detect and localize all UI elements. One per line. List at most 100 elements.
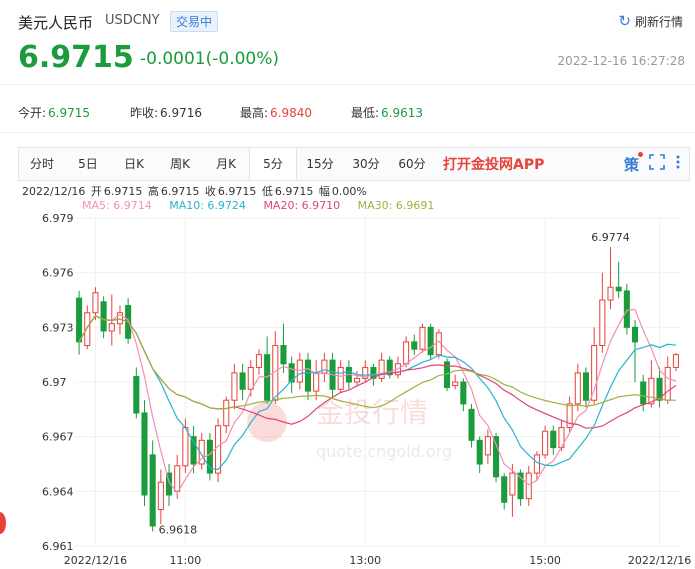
divider [0, 84, 695, 85]
x-axis: 2022/12/16 11:00 13:00 15:00 2022/12/16 [64, 554, 692, 567]
candle-body [591, 345, 598, 401]
open-app-link[interactable]: 打开金投网APP [443, 154, 544, 174]
candle-body [615, 286, 622, 292]
svg-text:金投行情: 金投行情 [316, 396, 428, 429]
candle-body [157, 481, 164, 511]
candle-body [190, 436, 197, 465]
y-tick-label: 6.97 [42, 376, 67, 389]
tab-5day[interactable]: 5日 [65, 149, 111, 179]
period-tabbar: 分时 5日 日K 周K 月K 5分 15分 30分 60分 打开金投网APP 策 [18, 147, 690, 181]
current-price: 6.9715 [18, 40, 134, 75]
candlestick-chart[interactable]: 金投行情 quote.cngold.org 6.9796.9766.9736.9… [0, 212, 695, 569]
candle-body [255, 354, 262, 368]
ma5-label: MA5: 6.9714 [82, 199, 152, 212]
candle-body [304, 359, 312, 392]
watermark: 金投行情 quote.cngold.org [247, 396, 452, 461]
candle-body [468, 408, 475, 441]
candle-body [419, 326, 426, 350]
candle-body [354, 377, 361, 383]
ma-legend: MA5: 6.9714 MA10: 6.9724 MA20: 6.9710 MA… [82, 199, 448, 212]
quote-timestamp: 2022-12-16 16:27:28 [557, 54, 685, 68]
candle-body [411, 341, 418, 350]
y-tick-label: 6.967 [42, 431, 74, 444]
candle-body [247, 366, 254, 390]
tab-daily-k[interactable]: 日K [111, 149, 157, 179]
price-change: -0.0001(-0.00%) [140, 49, 280, 69]
candle-body [574, 372, 581, 405]
candle-body [599, 299, 606, 347]
candle-body [648, 377, 655, 405]
candle-body [337, 366, 344, 390]
candle-body [631, 326, 639, 343]
candle-body [452, 381, 459, 387]
stat-open: 今开: 6.9715 [18, 106, 91, 120]
stat-prev-close: 昨收: 6.9716 [130, 106, 203, 120]
candle-body [223, 399, 230, 427]
chart-tools: 策 [624, 151, 689, 175]
tab-5min[interactable]: 5分 [249, 148, 297, 180]
x-tick-label: 2022/12/16 [64, 554, 127, 567]
candle-body [141, 412, 148, 496]
ma10-label: MA10: 6.9724 [169, 199, 246, 212]
x-tick-label: 13:00 [349, 554, 381, 567]
divider [0, 132, 695, 133]
y-axis: 6.979 6.976 6.973 6.97 6.967 6.964 6.961 [42, 212, 74, 553]
x-tick-label: 2022/12/16 [628, 554, 691, 567]
candle-body [623, 290, 630, 328]
candle-body [296, 359, 303, 383]
candle-body [313, 372, 320, 392]
max-price-label: 6.9774 [591, 231, 630, 244]
candle-body [149, 454, 156, 527]
y-tick-label: 6.973 [42, 321, 74, 334]
candle-body [672, 354, 679, 368]
instrument-code: USDCNY [105, 13, 160, 28]
candle-body [280, 345, 287, 365]
stat-low: 最低: 6.9613 [351, 106, 424, 120]
candle-body [378, 359, 385, 379]
chart-grid [75, 217, 680, 547]
candle-body [100, 301, 107, 332]
svg-text:quote.cngold.org: quote.cngold.org [316, 442, 452, 461]
instrument-name: 美元人民币 [18, 14, 94, 32]
candle-body [108, 323, 115, 332]
tab-monthly-k[interactable]: 月K [203, 149, 249, 179]
trading-status-badge: 交易中 [170, 11, 219, 32]
strategy-button[interactable]: 策 [624, 151, 643, 175]
candles [76, 247, 679, 532]
candle-body [182, 427, 189, 467]
candle-body [493, 436, 500, 478]
candle-body [533, 454, 540, 474]
tab-30min[interactable]: 30分 [343, 149, 389, 179]
candle-body [403, 341, 410, 365]
candle-body [174, 465, 181, 492]
candle-body [476, 439, 483, 465]
candle-body [239, 372, 246, 390]
candle-body [84, 312, 91, 347]
candle-body [525, 472, 532, 500]
ohlc-readout: 2022/12/16 开 6.9715 高 6.9715 收 6.9715 低 6.97… [22, 185, 367, 198]
x-tick-label: 11:00 [170, 554, 202, 567]
ma20-label: MA20: 6.9710 [263, 199, 341, 212]
candle-body [427, 326, 434, 356]
candle-body [582, 372, 590, 401]
x-tick-label: 15:00 [529, 554, 561, 567]
tab-intraday[interactable]: 分时 [19, 149, 65, 179]
y-tick-label: 6.979 [42, 212, 74, 225]
candle-body [550, 430, 557, 449]
ma30-label: MA30: 6.9691 [357, 199, 435, 212]
candle-body [76, 297, 83, 343]
refresh-button[interactable]: ↻ 刷新行情 [618, 12, 683, 30]
tab-weekly-k[interactable]: 周K [157, 149, 203, 179]
candle-body [92, 292, 99, 314]
candle-body [231, 372, 238, 401]
stat-high: 最高: 6.9840 [240, 106, 313, 120]
candle-body [607, 286, 614, 301]
candle-body [509, 472, 516, 496]
fullscreen-icon[interactable] [649, 154, 665, 174]
tab-15min[interactable]: 15分 [297, 149, 343, 179]
candle-body [542, 430, 549, 456]
y-tick-label: 6.961 [42, 540, 74, 553]
refresh-label: 刷新行情 [634, 14, 683, 29]
more-icon[interactable] [675, 154, 681, 174]
tab-60min[interactable]: 60分 [389, 149, 435, 179]
